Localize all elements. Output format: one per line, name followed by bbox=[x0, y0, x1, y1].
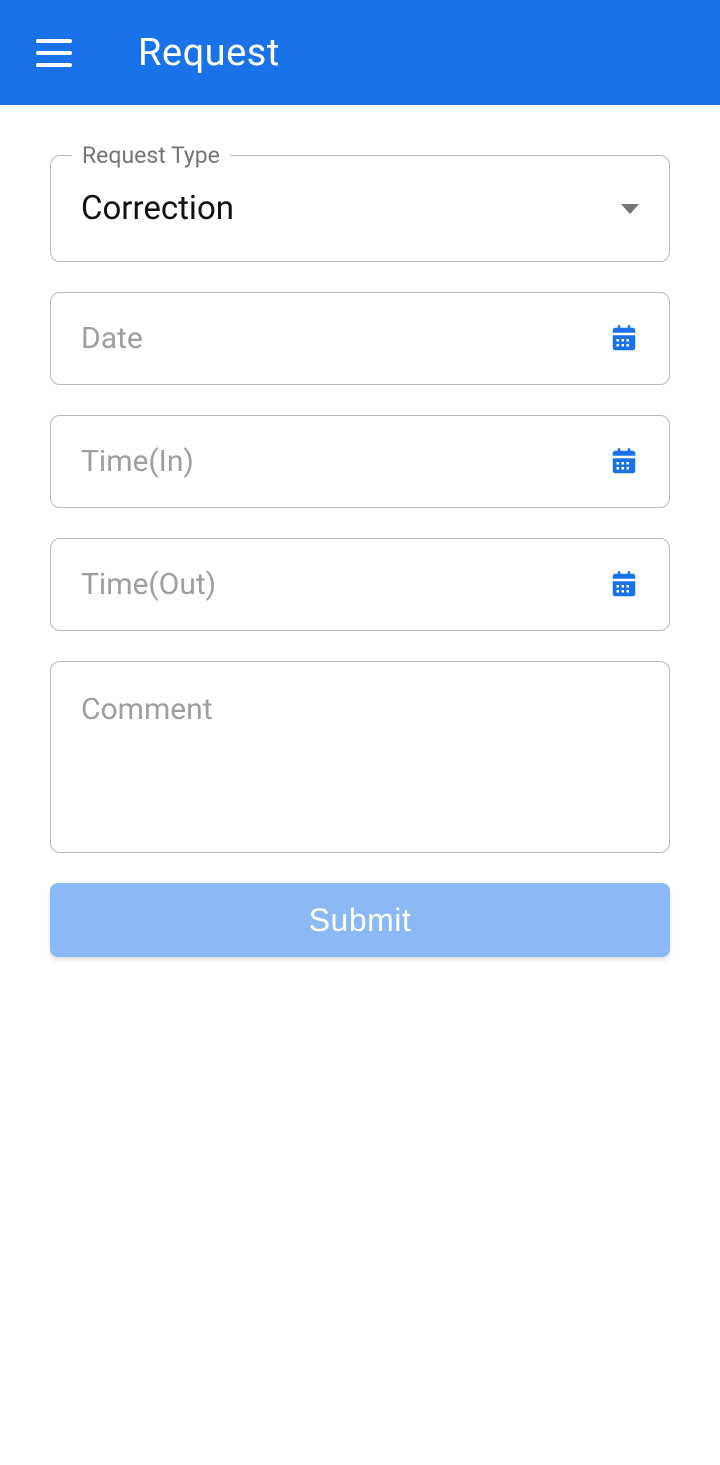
request-type-value: Correction bbox=[81, 189, 234, 228]
time-in-field[interactable]: Time(In) bbox=[50, 415, 670, 508]
comment-placeholder: Comment bbox=[81, 692, 213, 727]
time-out-placeholder: Time(Out) bbox=[81, 567, 216, 602]
comment-field[interactable]: Comment bbox=[50, 661, 670, 853]
request-type-label: Request Type bbox=[72, 142, 230, 169]
calendar-icon bbox=[609, 447, 639, 477]
calendar-icon bbox=[609, 324, 639, 354]
hamburger-menu-icon[interactable] bbox=[36, 39, 72, 67]
calendar-icon bbox=[609, 570, 639, 600]
time-out-field[interactable]: Time(Out) bbox=[50, 538, 670, 631]
date-field[interactable]: Date bbox=[50, 292, 670, 385]
page-title: Request bbox=[138, 31, 280, 75]
time-in-placeholder: Time(In) bbox=[81, 444, 194, 479]
date-placeholder: Date bbox=[81, 321, 143, 356]
app-header: Request bbox=[0, 0, 720, 105]
request-type-field[interactable]: Request Type Correction bbox=[50, 155, 670, 262]
request-form: Request Type Correction Date Time(In) bbox=[0, 105, 720, 957]
chevron-down-icon bbox=[621, 204, 639, 214]
submit-button[interactable]: Submit bbox=[50, 883, 670, 957]
